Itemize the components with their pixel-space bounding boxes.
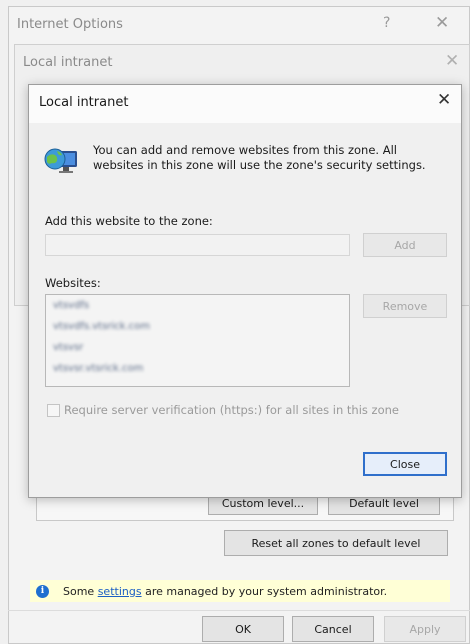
zone-description: You can add and remove websites from thi…	[93, 143, 426, 172]
add-website-input[interactable]	[45, 234, 350, 256]
require-https-label: Require server verification (https:) for…	[64, 403, 399, 417]
internet-options-close-icon[interactable]: ✕	[435, 15, 449, 32]
globe-monitor-icon	[44, 148, 77, 173]
dialog-title: Local intranet	[39, 95, 129, 110]
internet-options-title: Internet Options	[17, 17, 123, 32]
admin-info-bar: i Some settings are managed by your syst…	[30, 580, 450, 602]
list-item[interactable]: vtsvdfs	[53, 300, 89, 311]
reset-all-zones-button[interactable]: Reset all zones to default level	[224, 530, 448, 556]
list-item[interactable]: vtsvdfs.vtsrick.com	[53, 321, 150, 332]
remove-button[interactable]: Remove	[363, 294, 447, 318]
dialog-close-icon[interactable]: ✕	[437, 92, 451, 109]
cancel-button[interactable]: Cancel	[292, 616, 374, 642]
apply-button[interactable]: Apply	[384, 616, 466, 642]
add-website-label: Add this website to the zone:	[45, 214, 213, 228]
footer-divider	[8, 610, 470, 611]
websites-label: Websites:	[45, 276, 101, 290]
help-icon[interactable]: ?	[383, 16, 390, 30]
add-button[interactable]: Add	[363, 233, 447, 257]
local-intranet-parent-close-icon[interactable]: ✕	[445, 53, 459, 70]
admin-info-text: Some settings are managed by your system…	[63, 584, 388, 598]
dialog-body: You can add and remove websites from thi…	[29, 123, 461, 497]
close-button[interactable]: Close	[363, 452, 447, 476]
list-item[interactable]: vtsvsr	[53, 342, 83, 353]
local-intranet-sites-dialog: Local intranet ✕ You can add and remove …	[28, 84, 462, 498]
require-https-checkbox[interactable]	[47, 404, 60, 417]
local-intranet-parent-title: Local intranet	[23, 55, 113, 70]
info-icon: i	[36, 584, 49, 598]
settings-link[interactable]: settings	[98, 585, 142, 598]
list-item[interactable]: vtsvsr.vtsrick.com	[53, 363, 143, 374]
websites-listbox[interactable]: vtsvdfs vtsvdfs.vtsrick.com vtsvsr vtsvs…	[45, 294, 350, 387]
ok-button[interactable]: OK	[202, 616, 284, 642]
